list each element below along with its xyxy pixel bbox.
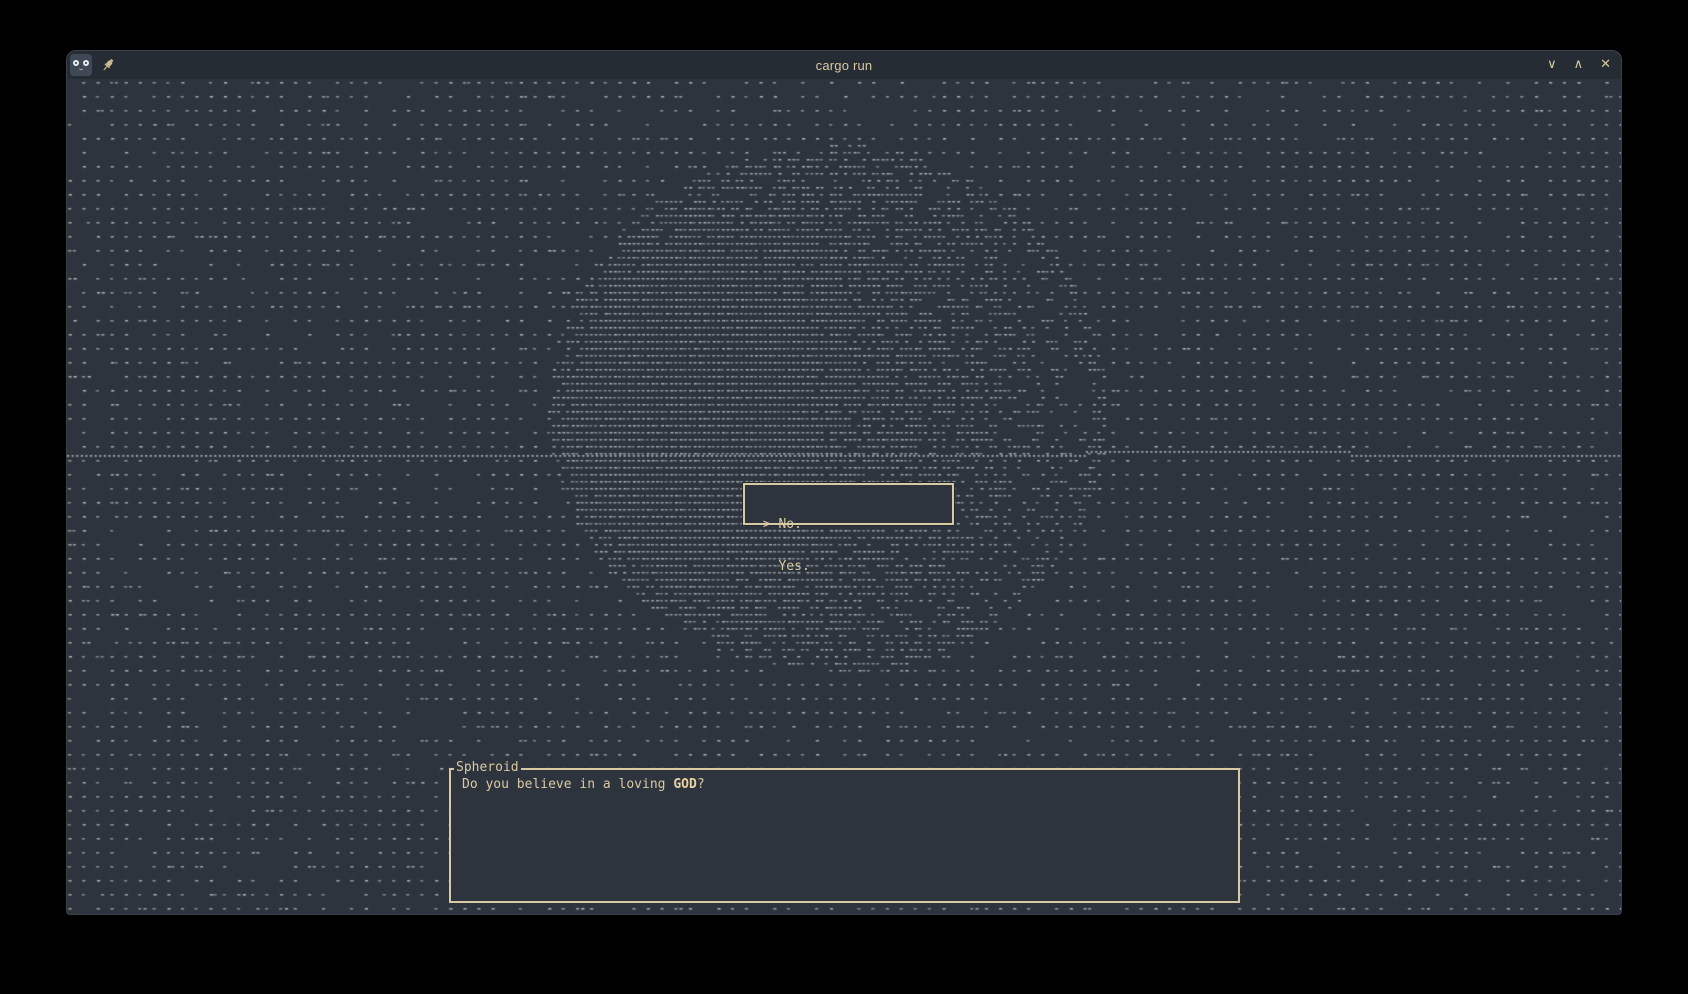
pushpin-icon bbox=[100, 57, 116, 73]
minimize-button[interactable]: ∨ bbox=[1547, 51, 1557, 79]
window-controls: ∨ ∧ ✕ bbox=[1547, 51, 1611, 79]
message-box: Spheroid Do you believe in a loving GOD? bbox=[449, 768, 1240, 903]
terminal-window: cargo run ∨ ∧ ✕ ->No. Yes. Spheroid Do y… bbox=[66, 50, 1622, 915]
maximize-button[interactable]: ∧ bbox=[1574, 51, 1584, 79]
close-button[interactable]: ✕ bbox=[1600, 51, 1611, 79]
titlebar[interactable]: cargo run ∨ ∧ ✕ bbox=[67, 51, 1621, 79]
option-no-label: No. bbox=[778, 517, 801, 532]
emphasized-word: GOD bbox=[673, 777, 696, 792]
message-text: Do you believe in a loving GOD? bbox=[451, 770, 1238, 792]
kitty-terminal-icon bbox=[70, 54, 92, 76]
option-no[interactable]: ->No. bbox=[755, 518, 952, 532]
choice-dialog: ->No. Yes. bbox=[743, 483, 954, 525]
window-title: cargo run bbox=[67, 58, 1621, 73]
message-box-title: Spheroid bbox=[454, 761, 521, 775]
option-yes[interactable]: Yes. bbox=[755, 560, 952, 574]
option-yes-label: Yes. bbox=[778, 559, 809, 574]
selection-arrow: -> bbox=[755, 518, 778, 532]
terminal-screen[interactable]: ->No. Yes. Spheroid Do you believe in a … bbox=[67, 79, 1621, 914]
